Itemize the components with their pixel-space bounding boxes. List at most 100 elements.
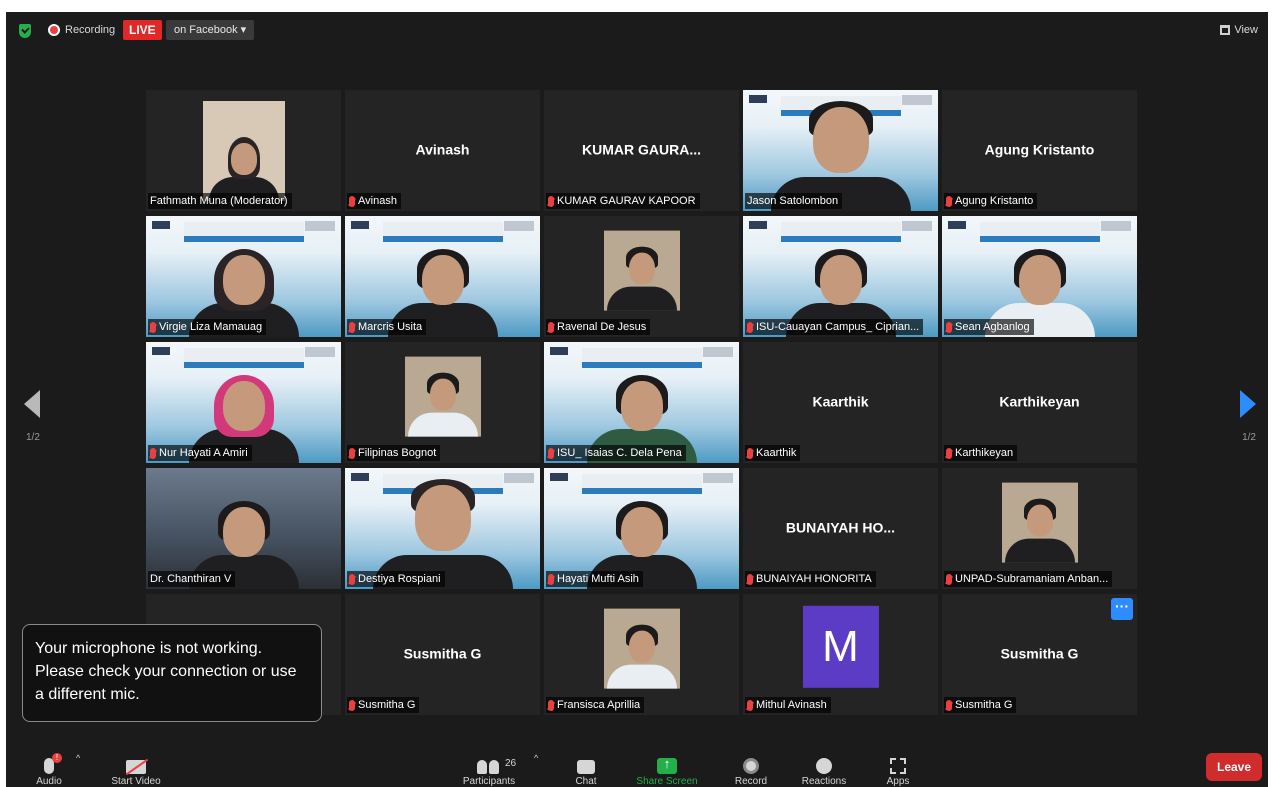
participant-name-label: Kaarthik	[745, 445, 801, 461]
participant-tile[interactable]: Destiya Rospiani	[345, 468, 540, 589]
top-bar: Recording LIVE on Facebook ▾ View	[6, 12, 1268, 50]
participant-tile[interactable]: M Mithul Avinash	[743, 594, 938, 715]
next-page-arrow-icon[interactable]	[1240, 390, 1256, 418]
participants-options-chevron-icon[interactable]: ^	[534, 753, 538, 763]
participant-display-name: Susmitha G	[1000, 644, 1079, 661]
participant-tile[interactable]: ISU_ Isaias C. Dela Pena	[544, 342, 739, 463]
participant-tile[interactable]: Jason Satolombon	[743, 90, 938, 211]
audio-button[interactable]: ! Audio	[34, 753, 64, 787]
profile-photo	[404, 356, 481, 437]
microphone-warning-toast[interactable]: Your microphone is not working. Please c…	[22, 624, 322, 722]
muted-microphone-icon	[548, 699, 554, 711]
start-video-label: Start Video	[111, 776, 161, 787]
virtual-background-logo-l	[749, 95, 767, 103]
zoom-meeting-window: Recording LIVE on Facebook ▾ View 1/2 1/…	[6, 12, 1268, 787]
participant-tile[interactable]: Susmitha G ··· Susmitha G	[942, 594, 1137, 715]
participant-name: Susmitha G	[955, 699, 1013, 711]
participant-tile[interactable]: Hayati Mufti Asih	[544, 468, 739, 589]
figure-head	[222, 507, 265, 557]
participant-tile[interactable]: BUNAIYAH HO... BUNAIYAH HONORITA	[743, 468, 938, 589]
participant-display-name: Agung Kristanto	[984, 140, 1095, 157]
figure-head	[819, 255, 862, 305]
virtual-background-logo-r	[1101, 221, 1131, 231]
virtual-background-logo-r	[305, 221, 335, 231]
figure-head	[628, 252, 655, 285]
participant-tile[interactable]: Marcris Usita	[345, 216, 540, 337]
participant-name-label: Sean Agbanlog	[944, 319, 1034, 335]
muted-microphone-icon	[747, 573, 753, 585]
start-video-button[interactable]: Start Video	[106, 760, 166, 787]
share-screen-label: Share Screen	[636, 776, 698, 787]
figure-body	[1004, 538, 1075, 563]
security-shield-icon[interactable]	[19, 24, 31, 38]
participant-figure	[1004, 498, 1075, 563]
participant-name-label: Marcris Usita	[347, 319, 427, 335]
participant-name: UNPAD-Subramaniam Anban...	[955, 573, 1109, 585]
figure-head	[414, 485, 471, 551]
muted-microphone-icon	[150, 321, 156, 333]
audio-options-chevron-icon[interactable]: ^	[76, 753, 80, 763]
participant-name-label: Mithul Avinash	[745, 697, 831, 713]
live-destination-dropdown[interactable]: on Facebook ▾	[166, 20, 255, 40]
participant-name: Marcris Usita	[358, 321, 423, 333]
virtual-background-logo-l	[351, 473, 369, 481]
muted-microphone-icon	[349, 321, 355, 333]
participant-name: ISU-Cauayan Campus_ Ciprian...	[756, 321, 920, 333]
grid-view-icon	[1220, 25, 1231, 35]
participant-tile[interactable]: Susmitha G Susmitha G	[345, 594, 540, 715]
participant-name-label: Fransisca Aprillia	[546, 697, 645, 713]
participant-tile[interactable]: Kaarthik Kaarthik	[743, 342, 938, 463]
participants-button[interactable]: 26 Participants	[454, 758, 524, 787]
participant-tile[interactable]: Ravenal De Jesus	[544, 216, 739, 337]
participant-tile[interactable]: Karthikeyan Karthikeyan	[942, 342, 1137, 463]
reactions-label: Reactions	[801, 776, 847, 787]
participant-tile[interactable]: Dr. Chanthiran V	[146, 468, 341, 589]
virtual-background-logo-l	[948, 221, 966, 229]
figure-head	[628, 630, 655, 663]
participant-tile[interactable]: Avinash Avinash	[345, 90, 540, 211]
virtual-background-logo-r	[305, 347, 335, 357]
leave-button[interactable]: Leave	[1206, 753, 1262, 781]
share-screen-button[interactable]: Share Screen	[632, 756, 702, 787]
more-options-icon[interactable]: ···	[1111, 598, 1133, 620]
virtual-background-logo-r	[703, 473, 733, 483]
participant-tile[interactable]: Fathmath Muna (Moderator)	[146, 90, 341, 211]
participant-tile[interactable]: Sean Agbanlog	[942, 216, 1137, 337]
participant-name-label: Destiya Rospiani	[347, 571, 445, 587]
participant-name-label: Susmitha G	[347, 697, 420, 713]
participant-tile[interactable]: Agung Kristanto Agung Kristanto	[942, 90, 1137, 211]
previous-page-arrow-icon[interactable]	[24, 390, 40, 418]
participant-tile[interactable]: ISU-Cauayan Campus_ Ciprian...	[743, 216, 938, 337]
participant-figure	[606, 624, 677, 689]
participant-display-name: BUNAIYAH HO...	[785, 518, 896, 535]
virtual-background-banner	[183, 348, 304, 368]
figure-head	[222, 381, 265, 431]
apps-button[interactable]: Apps	[880, 758, 916, 787]
participant-name-label: Agung Kristanto	[944, 193, 1038, 209]
participant-display-name: KUMAR GAURA...	[582, 140, 701, 157]
participant-tile[interactable]: Filipinas Bognot	[345, 342, 540, 463]
virtual-background-banner	[780, 222, 901, 242]
muted-microphone-icon	[349, 573, 355, 585]
participant-tile[interactable]: UNPAD-Subramaniam Anban...	[942, 468, 1137, 589]
participant-name: Fransisca Aprillia	[557, 699, 641, 711]
page-indicator-left: 1/2	[26, 432, 40, 443]
chat-button[interactable]: Chat	[568, 760, 604, 787]
view-button[interactable]: View	[1220, 24, 1258, 36]
participant-name: Agung Kristanto	[955, 195, 1034, 207]
participant-tile[interactable]: Nur Hayati A Amiri	[146, 342, 341, 463]
participant-tile[interactable]: KUMAR GAURA... KUMAR GAURAV KAPOOR	[544, 90, 739, 211]
muted-microphone-icon	[946, 573, 952, 585]
figure-head	[1018, 255, 1061, 305]
participant-tile[interactable]: Virgie Liza Mamauag	[146, 216, 341, 337]
participant-tile[interactable]: Fransisca Aprillia	[544, 594, 739, 715]
participant-name: Susmitha G	[358, 699, 416, 711]
muted-microphone-icon	[747, 321, 753, 333]
participant-name-label: ISU_ Isaias C. Dela Pena	[546, 445, 686, 461]
virtual-background-banner	[183, 222, 304, 242]
virtual-background-banner	[581, 348, 702, 368]
record-button[interactable]: Record	[728, 758, 774, 787]
participant-name-label: BUNAIYAH HONORITA	[745, 571, 876, 587]
reactions-button[interactable]: Reactions	[796, 758, 852, 787]
figure-body	[606, 664, 677, 689]
